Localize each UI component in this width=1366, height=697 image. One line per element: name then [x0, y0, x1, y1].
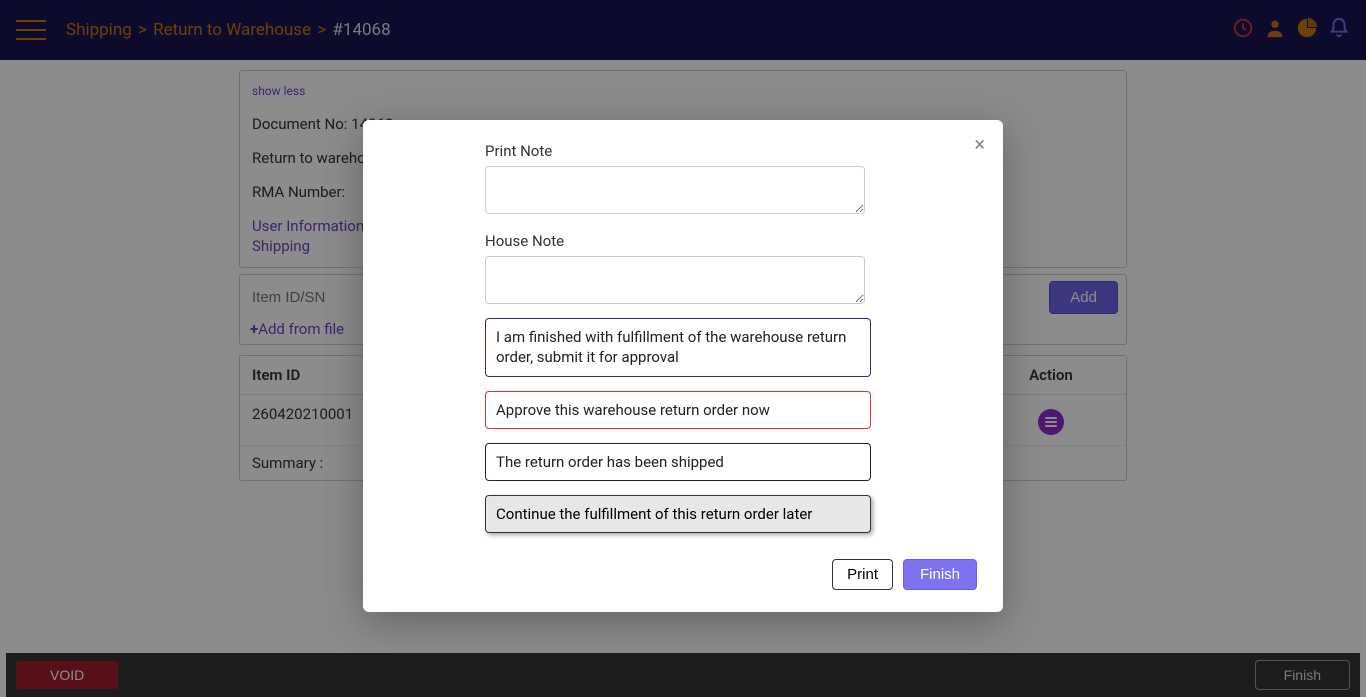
print-note-label: Print Note	[485, 142, 977, 160]
print-button[interactable]: Print	[832, 559, 893, 590]
option-approve-now[interactable]: Approve this warehouse return order now	[485, 391, 871, 429]
option-continue-later[interactable]: Continue the fulfillment of this return …	[485, 495, 871, 533]
print-note-textarea[interactable]	[485, 166, 865, 214]
option-submit-for-approval[interactable]: I am finished with fulfillment of the wa…	[485, 318, 871, 377]
modal-finish-button[interactable]: Finish	[903, 559, 977, 590]
house-note-textarea[interactable]	[485, 256, 865, 304]
option-shipped[interactable]: The return order has been shipped	[485, 443, 871, 481]
close-icon[interactable]: ×	[974, 134, 985, 154]
finish-modal: × Print Note House Note I am finished wi…	[363, 120, 1003, 612]
modal-footer: Print Finish	[389, 559, 977, 590]
house-note-label: House Note	[485, 232, 977, 250]
